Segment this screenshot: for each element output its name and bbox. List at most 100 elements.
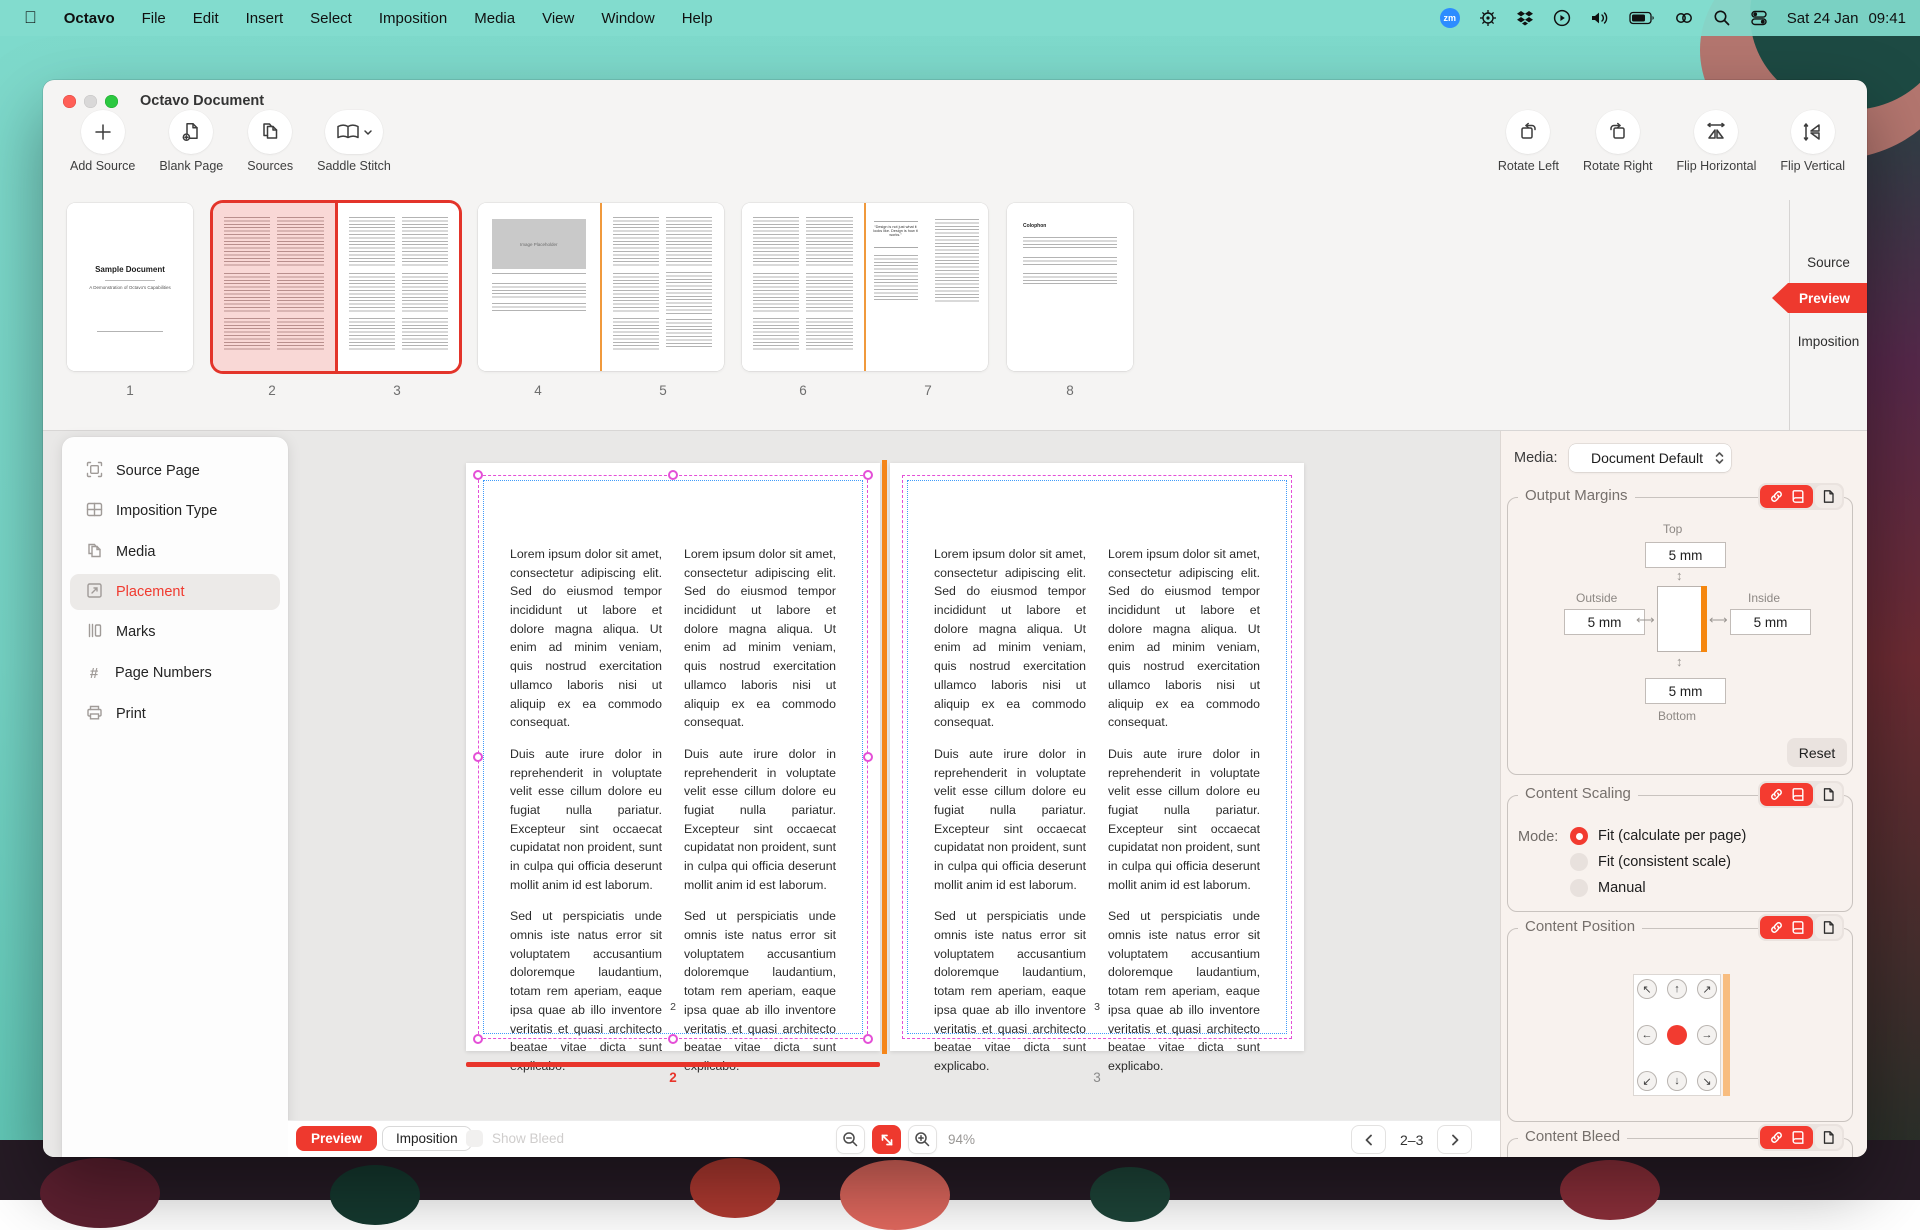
menu-help[interactable]: Help: [682, 10, 713, 27]
page-folio: 3: [890, 1001, 1304, 1013]
thumbnail-page-1[interactable]: Sample Document A Demonstration of Octav…: [67, 203, 193, 371]
selection-handle[interactable]: [863, 470, 873, 480]
selection-handle[interactable]: [863, 1034, 873, 1044]
sources-button[interactable]: Sources: [247, 110, 293, 173]
reset-margins-button[interactable]: Reset: [1787, 738, 1847, 767]
battery-icon[interactable]: [1629, 11, 1655, 25]
add-source-button[interactable]: Add Source: [70, 110, 135, 173]
zoom-fit-button[interactable]: [872, 1125, 901, 1154]
tab-imposition[interactable]: Imposition: [1790, 334, 1867, 349]
menu-window[interactable]: Window: [601, 10, 654, 27]
thumbnail-spread-2-3[interactable]: [213, 203, 459, 371]
sidebar-item-marks[interactable]: Marks: [70, 614, 280, 650]
tab-source[interactable]: Source: [1790, 255, 1867, 270]
selection-handle[interactable]: [668, 1034, 678, 1044]
zoom-out-button[interactable]: [836, 1125, 865, 1154]
saddle-stitch-button[interactable]: Saddle Stitch: [317, 110, 391, 173]
position-right-button[interactable]: →: [1697, 1025, 1717, 1045]
thumbnail-spread-6-7[interactable]: “Design is not just what it looks like. …: [742, 203, 988, 371]
zoom-window-button[interactable]: [105, 95, 118, 108]
position-center-button[interactable]: [1667, 1025, 1687, 1045]
rotate-left-button[interactable]: Rotate Left: [1498, 110, 1559, 173]
flip-horizontal-icon: [1694, 110, 1738, 154]
thumbnail-page-8[interactable]: Colophon: [1007, 203, 1133, 371]
radio-fit-per-page[interactable]: [1570, 827, 1588, 845]
volume-icon[interactable]: [1590, 9, 1610, 27]
media-dropdown[interactable]: Document Default: [1569, 444, 1731, 472]
flip-horizontal-button[interactable]: Flip Horizontal: [1677, 110, 1757, 173]
flip-vertical-button[interactable]: Flip Vertical: [1780, 110, 1845, 173]
position-down-right-button[interactable]: ↘: [1697, 1071, 1717, 1091]
selection-handle[interactable]: [473, 470, 483, 480]
selection-handle[interactable]: [668, 470, 678, 480]
apple-menu-icon[interactable]: : [24, 8, 37, 28]
sidebar-item-placement[interactable]: Placement: [70, 574, 280, 610]
position-up-right-button[interactable]: ↗: [1697, 979, 1717, 999]
selection-handle[interactable]: [473, 1034, 483, 1044]
scope-linked-spread[interactable]: [1760, 485, 1813, 508]
position-down-left-button[interactable]: ↙: [1637, 1071, 1657, 1091]
menu-imposition[interactable]: Imposition: [379, 10, 447, 27]
book-icon: [1791, 920, 1804, 935]
sidebar-item-print[interactable]: Print: [70, 696, 280, 732]
preview-page-right[interactable]: Lorem ipsum dolor sit amet, consectetur …: [890, 463, 1304, 1051]
preview-mode-button[interactable]: Preview: [296, 1126, 377, 1151]
previous-spread-button[interactable]: [1351, 1125, 1386, 1154]
menu-insert[interactable]: Insert: [246, 10, 284, 27]
scope-single-page[interactable]: [1815, 916, 1842, 939]
blank-page-button[interactable]: Blank Page: [159, 110, 223, 173]
bottom-margin-field[interactable]: 5 mm: [1645, 678, 1726, 704]
tab-preview[interactable]: Preview: [1772, 283, 1867, 313]
show-bleed-checkbox[interactable]: [466, 1130, 483, 1147]
outside-margin-field[interactable]: 5 mm: [1564, 609, 1645, 635]
h-range-icon: ⟷: [1709, 612, 1728, 628]
content-position-section: Content Position ↖ ↑ ↗ ← → ↙ ↓ ↘: [1507, 928, 1853, 1122]
position-pad-spine: [1723, 974, 1730, 1096]
zoom-app-icon[interactable]: zm: [1440, 8, 1460, 28]
position-left-button[interactable]: ←: [1637, 1025, 1657, 1045]
menu-edit[interactable]: Edit: [193, 10, 219, 27]
sidebar-item-imposition-type[interactable]: Imposition Type: [70, 493, 280, 529]
menubar-date[interactable]: Sat 24 Jan: [1787, 10, 1859, 27]
position-up-button[interactable]: ↑: [1667, 979, 1687, 999]
scope-linked-spread[interactable]: [1760, 783, 1813, 806]
position-down-button[interactable]: ↓: [1667, 1071, 1687, 1091]
next-spread-button[interactable]: [1437, 1125, 1472, 1154]
spotlight-search-icon[interactable]: [1713, 9, 1731, 27]
preview-page-left[interactable]: Lorem ipsum dolor sit amet, consectetur …: [466, 463, 880, 1051]
dropbox-icon[interactable]: [1516, 9, 1534, 27]
menu-select[interactable]: Select: [310, 10, 352, 27]
scope-single-page[interactable]: [1815, 1126, 1842, 1149]
zoom-in-button[interactable]: [908, 1125, 937, 1154]
top-margin-field[interactable]: 5 mm: [1645, 542, 1726, 568]
menubar-time[interactable]: 09:41: [1868, 10, 1906, 27]
menu-file[interactable]: File: [142, 10, 166, 27]
selection-handle[interactable]: [473, 752, 483, 762]
shortcuts-icon[interactable]: [1674, 9, 1694, 27]
sidebar-item-page-numbers[interactable]: # Page Numbers: [70, 655, 280, 691]
radio-fit-consistent[interactable]: [1570, 853, 1588, 871]
radio-manual[interactable]: [1570, 879, 1588, 897]
control-center-icon[interactable]: [1750, 9, 1768, 27]
helm-icon[interactable]: [1479, 9, 1497, 27]
menu-view[interactable]: View: [542, 10, 574, 27]
selection-handle[interactable]: [863, 752, 873, 762]
wallpaper-flower: [690, 1158, 780, 1218]
scope-single-page[interactable]: [1815, 783, 1842, 806]
thumbnail-spread-4-5[interactable]: Image Placeholder: [478, 203, 724, 371]
inside-margin-field[interactable]: 5 mm: [1730, 609, 1811, 635]
menu-app[interactable]: Octavo: [64, 10, 115, 27]
scope-linked-spread[interactable]: [1760, 1126, 1813, 1149]
imposition-mode-button[interactable]: Imposition: [382, 1126, 472, 1151]
scope-single-page[interactable]: [1815, 485, 1842, 508]
rotate-right-button[interactable]: Rotate Right: [1583, 110, 1652, 173]
menu-media[interactable]: Media: [474, 10, 515, 27]
sidebar-item-media[interactable]: Media: [70, 534, 280, 570]
play-circle-icon[interactable]: [1553, 9, 1571, 27]
scope-linked-spread[interactable]: [1760, 916, 1813, 939]
position-up-left-button[interactable]: ↖: [1637, 979, 1657, 999]
minimize-button[interactable]: [84, 95, 97, 108]
close-button[interactable]: [63, 95, 76, 108]
octavo-window: Octavo Document Add Source Blank Page So…: [43, 80, 1867, 1157]
sidebar-item-source-page[interactable]: Source Page: [70, 453, 280, 489]
